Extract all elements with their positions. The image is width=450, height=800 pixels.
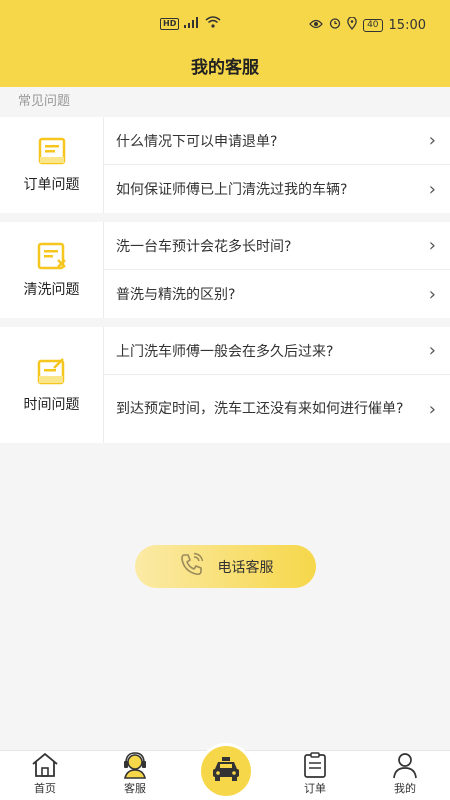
faq-question-item[interactable]: 什么情况下可以申请退单? › (104, 117, 450, 165)
chevron-right-icon: › (428, 130, 436, 151)
faq-question-item[interactable]: 洗一台车预计会花多长时间? › (104, 222, 450, 270)
chevron-right-icon: › (428, 283, 436, 305)
signal-icon (184, 16, 200, 31)
network-status: HD (160, 16, 221, 31)
faq-group-header: 清洗问题 (0, 222, 104, 318)
faq-question-text: 上门洗车师傅一般会在多久后过来? (116, 343, 334, 360)
tab-customer-service[interactable]: 客服 (90, 751, 180, 796)
clipboard-icon (301, 751, 329, 779)
faq-question-item[interactable]: 到达预定时间，洗车工还没有来如何进行催单? › (104, 375, 450, 443)
wash-doc-icon (34, 241, 70, 271)
wifi-icon (205, 16, 221, 31)
clock-time: 15:00 (388, 17, 426, 33)
faq-group-order: 订单问题 什么情况下可以申请退单? › 如何保证师傅已上门清洗过我的车辆? › (0, 117, 450, 213)
phone-icon (178, 552, 206, 582)
faq-question-text: 如何保证师傅已上门清洗过我的车辆? (116, 182, 348, 198)
tab-home[interactable]: 首页 (0, 751, 90, 796)
faq-question-text: 洗一台车预计会花多长时间? (116, 238, 292, 255)
faq-group-header: 时间问题 (0, 327, 104, 443)
hd-icon: HD (160, 17, 180, 30)
chevron-right-icon: › (428, 178, 436, 200)
faq-question-text: 普洗与精洗的区别? (116, 287, 236, 303)
chevron-right-icon: › (428, 235, 436, 256)
tab-mine[interactable]: 我的 (360, 751, 450, 796)
alarm-icon (329, 17, 341, 33)
home-icon (30, 751, 60, 779)
chevron-right-icon: › (428, 340, 436, 361)
order-doc-icon (34, 136, 70, 166)
faq-question-item[interactable]: 普洗与精洗的区别? › (104, 270, 450, 318)
person-icon (391, 751, 419, 779)
eye-icon (309, 18, 323, 33)
phone-service-label: 电话客服 (217, 559, 274, 576)
customer-service-icon (120, 751, 150, 779)
edit-doc-icon (34, 356, 70, 386)
faq-group-label: 时间问题 (23, 397, 80, 413)
status-bar: HD 40 15:00 (0, 0, 450, 50)
tab-orders[interactable]: 订单 (270, 751, 360, 796)
tab-label: 首页 (34, 782, 56, 795)
faq-group-label: 订单问题 (23, 177, 80, 193)
faq-question-item[interactable]: 上门洗车师傅一般会在多久后过来? › (104, 327, 450, 375)
faq-group-header: 订单问题 (0, 117, 104, 213)
chevron-right-icon: › (428, 398, 436, 420)
faq-group-time: 时间问题 上门洗车师傅一般会在多久后过来? › 到达预定时间，洗车工还没有来如何… (0, 327, 450, 443)
faq-section-title: 常见问题 (0, 87, 450, 117)
tab-label: 客服 (124, 782, 146, 795)
location-icon (347, 15, 357, 34)
phone-service-button[interactable]: 电话客服 (135, 545, 316, 588)
app-header: HD 40 15:00 我的客服 (0, 0, 450, 87)
faq-group-wash: 清洗问题 洗一台车预计会花多长时间? › 普洗与精洗的区别? › (0, 222, 450, 318)
faq-question-text: 到达预定时间，洗车工还没有来如何进行催单? (116, 400, 404, 417)
faq-question-item[interactable]: 如何保证师傅已上门清洗过我的车辆? › (104, 165, 450, 213)
page-title: 我的客服 (191, 58, 259, 78)
taxi-center-button[interactable] (201, 746, 251, 796)
tab-label: 我的 (394, 782, 416, 795)
faq-group-label: 清洗问题 (23, 282, 80, 298)
battery-indicator: 40 (363, 18, 383, 32)
tab-label: 订单 (304, 782, 326, 795)
taxi-icon (210, 756, 242, 786)
faq-question-text: 什么情况下可以申请退单? (116, 133, 278, 150)
